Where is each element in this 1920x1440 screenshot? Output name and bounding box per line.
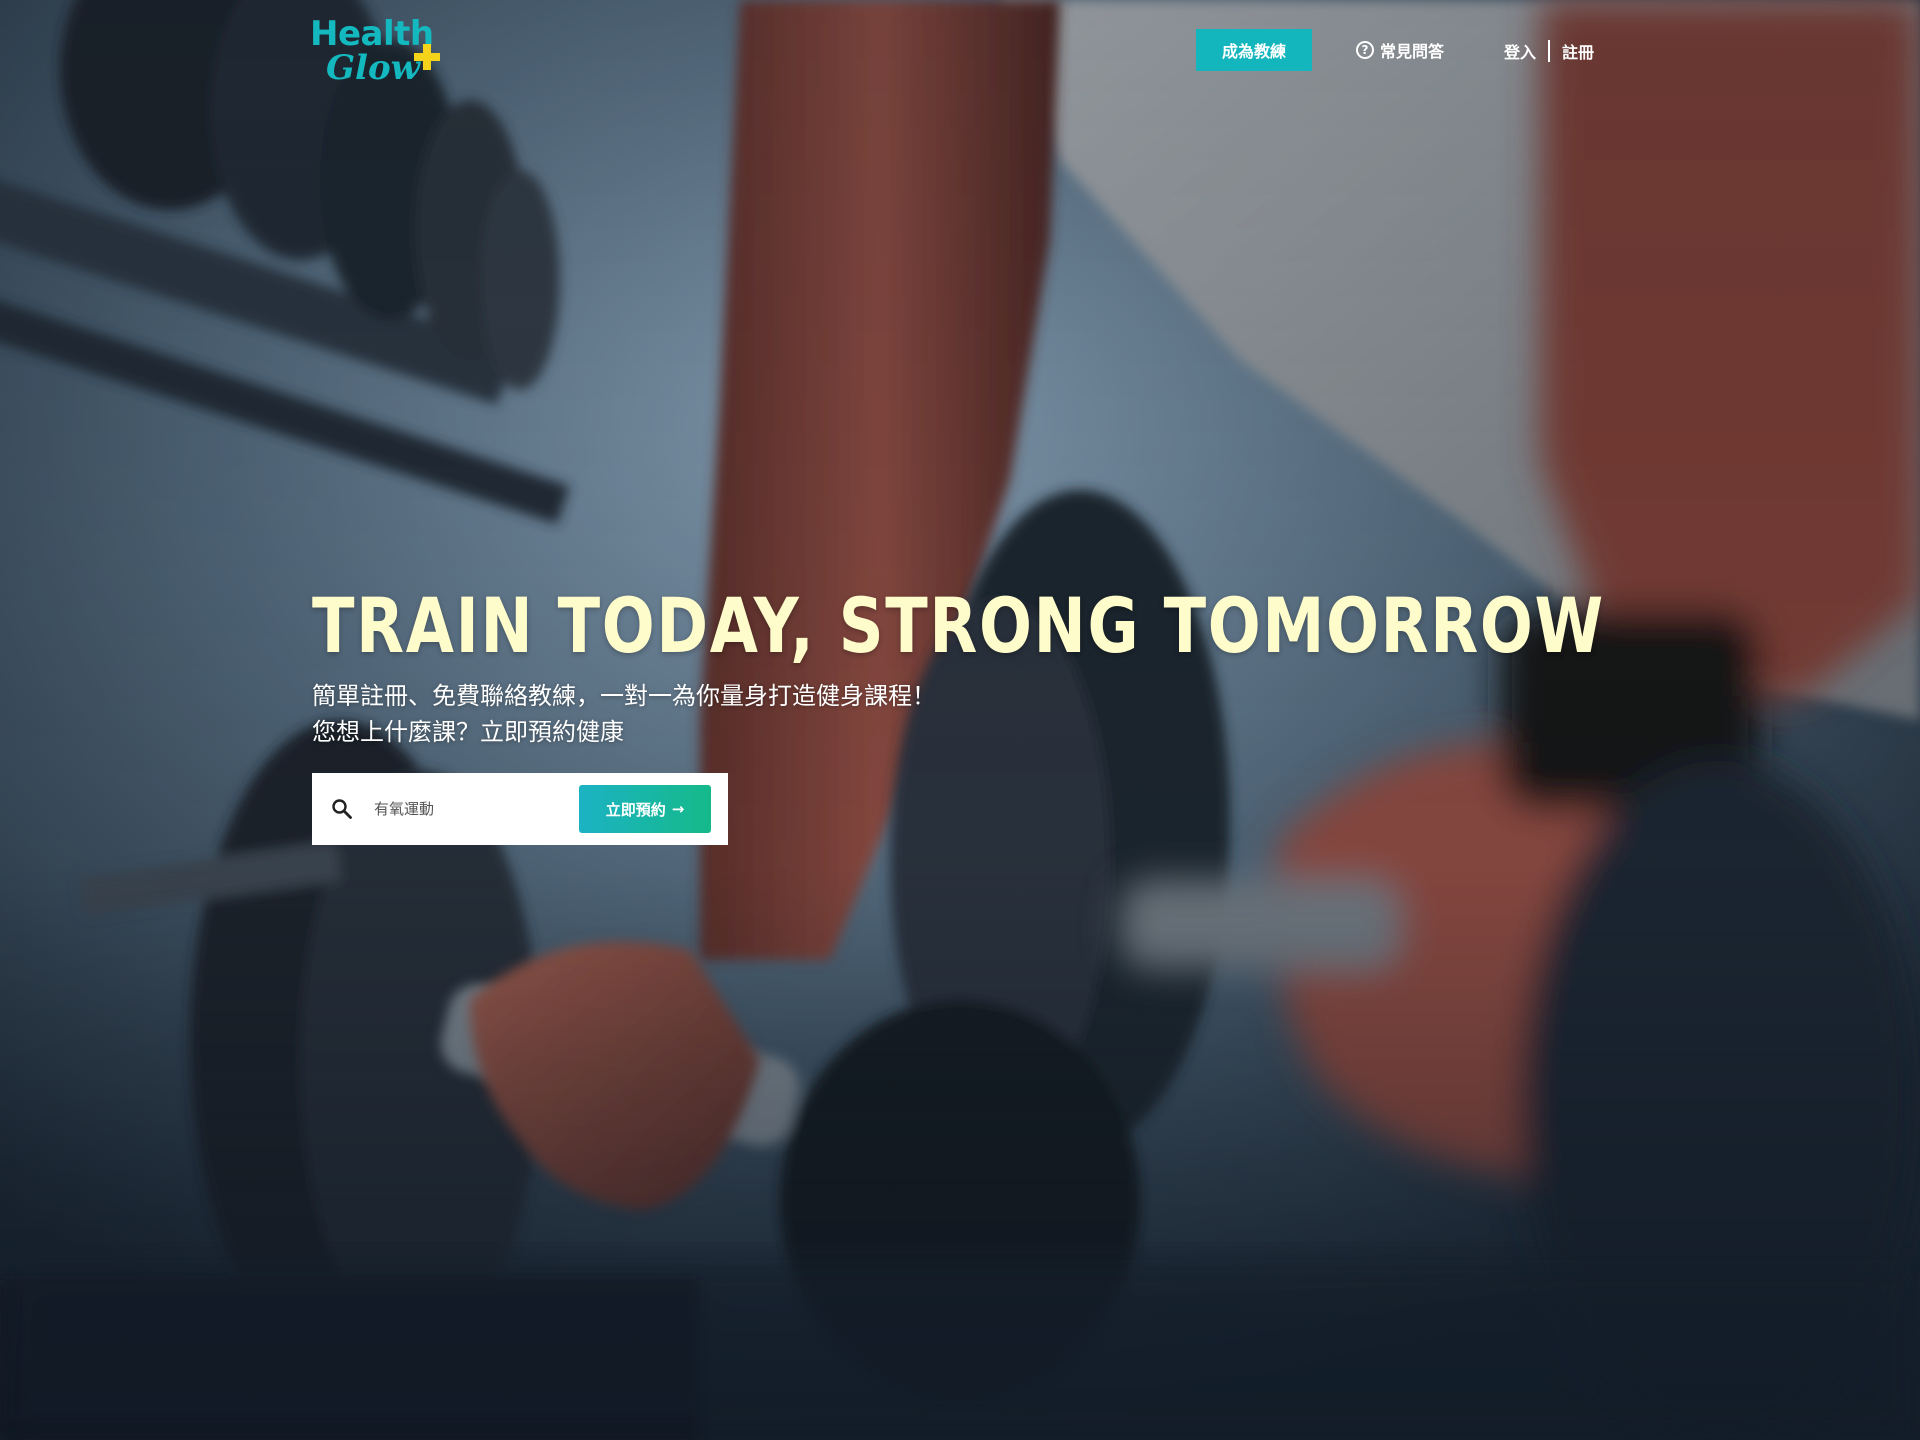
faq-link[interactable]: ? 常見問答 — [1356, 36, 1444, 64]
hero-subtitle-line-2: 您想上什麼課？立即預約健康 — [312, 718, 624, 746]
register-link[interactable]: 註冊 — [1562, 39, 1594, 63]
help-circle-icon: ? — [1356, 41, 1374, 59]
top-navigation: Health Glow 成為教練 ? 常見問答 登入 註冊 — [0, 0, 1920, 104]
landing-page: Health Glow 成為教練 ? 常見問答 登入 註冊 TRAIN TODA… — [0, 0, 1920, 1440]
book-now-button[interactable]: 立即預約 → — [579, 785, 711, 833]
login-link[interactable]: 登入 — [1504, 39, 1536, 63]
hero-subtitle: 簡單註冊、免費聯絡教練，一對一為你量身打造健身課程！ 您想上什麼課？立即預約健康 — [312, 678, 936, 750]
course-search-input[interactable] — [362, 791, 562, 827]
become-coach-button[interactable]: 成為教練 — [1196, 29, 1312, 71]
hero-headline: TRAIN TODAY, STRONG TOMORROW — [312, 581, 1605, 670]
brand-logo[interactable]: Health Glow — [310, 14, 450, 90]
course-search-bar: 立即預約 → — [312, 773, 728, 845]
book-now-label: 立即預約 — [605, 800, 666, 819]
search-icon — [332, 799, 352, 819]
auth-divider — [1548, 40, 1551, 62]
auth-links: 登入 註冊 — [1504, 38, 1594, 64]
faq-label: 常見問答 — [1380, 42, 1445, 61]
hero-background-image — [0, 0, 1920, 1440]
hero-subtitle-line-1: 簡單註冊、免費聯絡教練，一對一為你量身打造健身課程！ — [312, 682, 936, 710]
logo-text-glow: Glow — [326, 48, 420, 88]
plus-icon — [414, 44, 440, 70]
arrow-right-icon: → — [671, 800, 685, 818]
